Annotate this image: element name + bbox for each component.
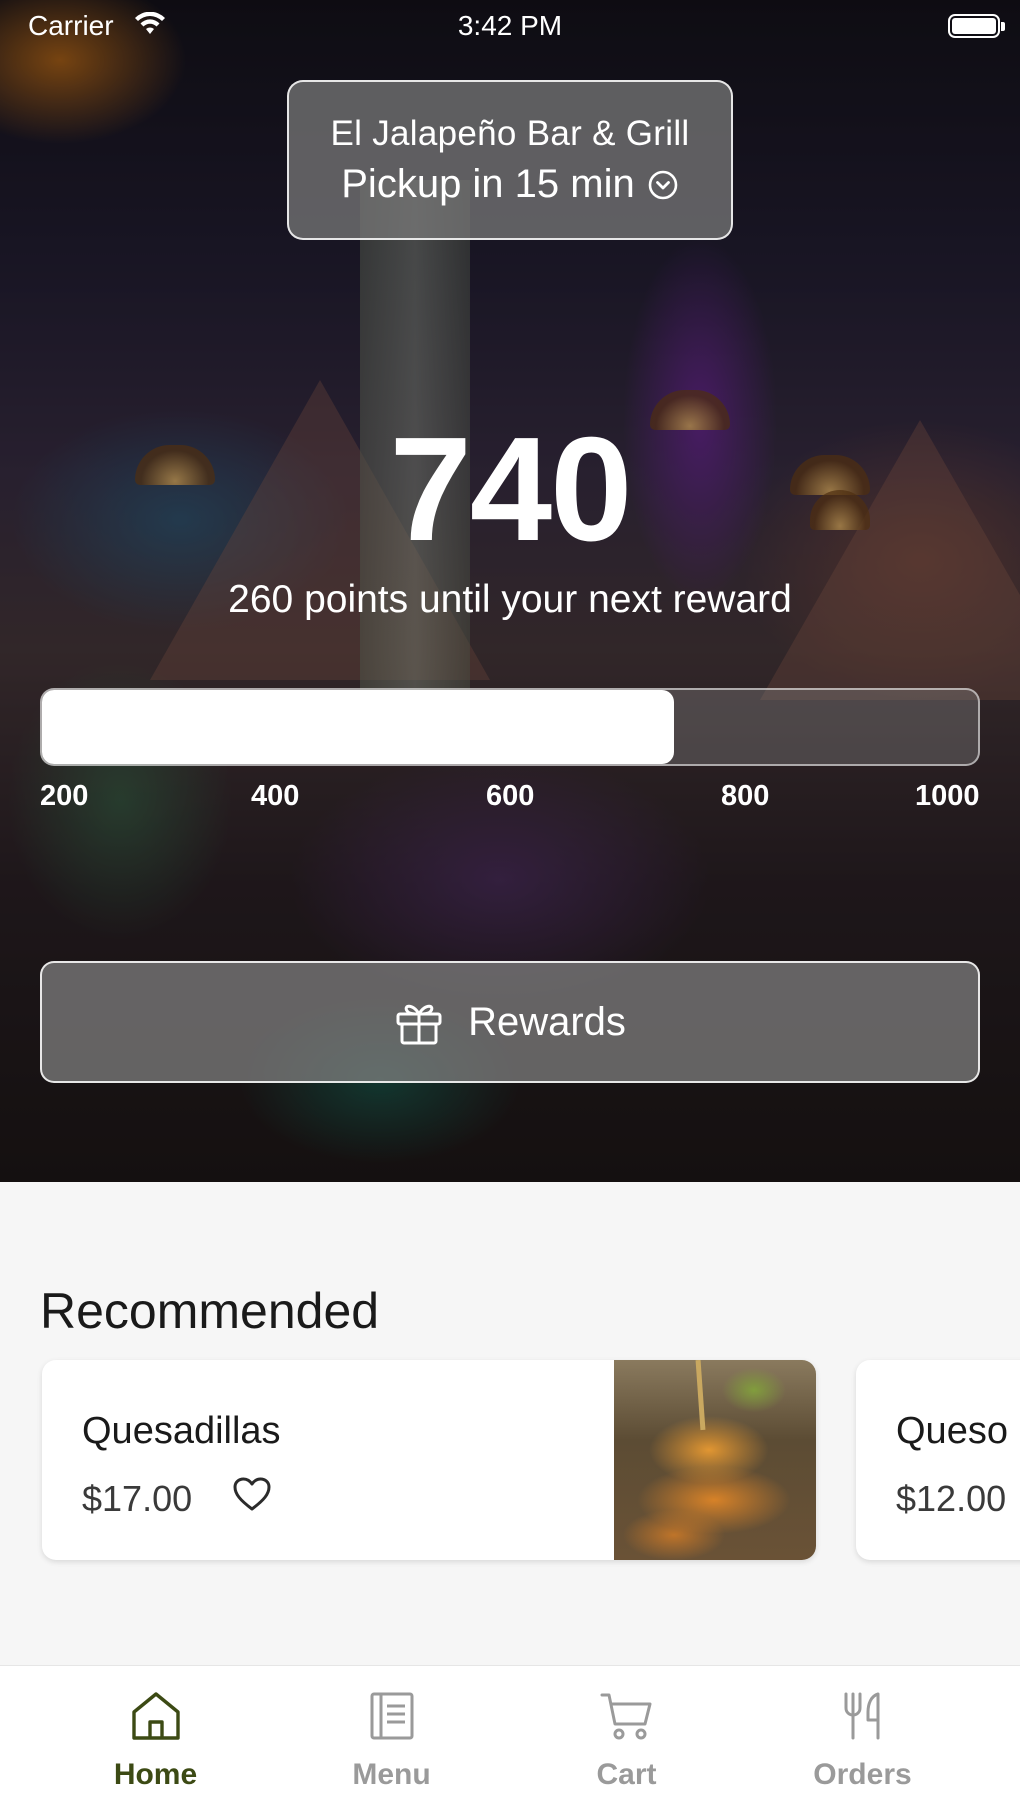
progress-tick-label: 1000 <box>915 780 980 812</box>
item-price: $12.00 <box>896 1478 1007 1519</box>
tab-label: Home <box>113 1758 198 1791</box>
recommended-item-card[interactable]: Queso $12.00 <box>856 1360 1020 1560</box>
recommended-item-card[interactable]: Quesadillas $17.00 <box>42 1360 816 1560</box>
clock-label: 3:42 PM <box>457 10 563 41</box>
location-selector[interactable]: El Jalapeño Bar & Grill Pickup in 15 min <box>287 80 733 240</box>
pickup-row: Pickup in 15 min <box>289 162 731 207</box>
recommended-heading: Recommended <box>40 1283 380 1339</box>
rewards-progress-bar <box>40 688 980 766</box>
rewards-button[interactable]: Rewards <box>40 961 980 1083</box>
quesadilla-image <box>614 1360 816 1560</box>
tab-home[interactable]: Home <box>28 1666 283 1813</box>
rewards-label: Rewards <box>468 999 626 1044</box>
status-bar: Carrier 3:42 PM <box>0 0 1020 52</box>
item-name: Queso <box>896 1410 1008 1452</box>
cart-icon <box>499 1690 754 1742</box>
progress-tick-label: 600 <box>486 780 535 812</box>
tab-menu[interactable]: Menu <box>264 1666 519 1813</box>
points-balance: 740 <box>389 407 633 572</box>
restaurant-name: El Jalapeño Bar & Grill <box>330 114 690 153</box>
tab-label: Cart <box>596 1758 657 1791</box>
battery-full-icon <box>948 14 1005 38</box>
progress-tick-label: 400 <box>251 780 300 812</box>
tab-cart[interactable]: Cart <box>499 1666 754 1813</box>
tab-label: Orders <box>813 1758 912 1791</box>
pickup-time: Pickup in 15 min <box>341 162 635 206</box>
home-icon <box>28 1690 283 1742</box>
tab-label: Menu <box>352 1758 431 1791</box>
menu-book-icon <box>264 1690 519 1742</box>
item-name: Quesadillas <box>82 1410 281 1452</box>
tab-bar: Home Menu Cart Orders <box>0 1665 1020 1813</box>
chevron-down-circle-icon <box>647 169 679 201</box>
progress-tick-label: 800 <box>721 780 770 812</box>
points-caption: 260 points until your next reward <box>228 578 792 621</box>
gift-icon <box>394 998 444 1046</box>
tab-orders[interactable]: Orders <box>735 1666 990 1813</box>
heart-outline-icon[interactable] <box>232 1476 272 1512</box>
fork-knife-icon <box>735 1690 990 1742</box>
item-price: $17.00 <box>82 1478 193 1519</box>
progress-tick-label: 200 <box>40 780 89 812</box>
rewards-progress-fill <box>42 690 674 764</box>
